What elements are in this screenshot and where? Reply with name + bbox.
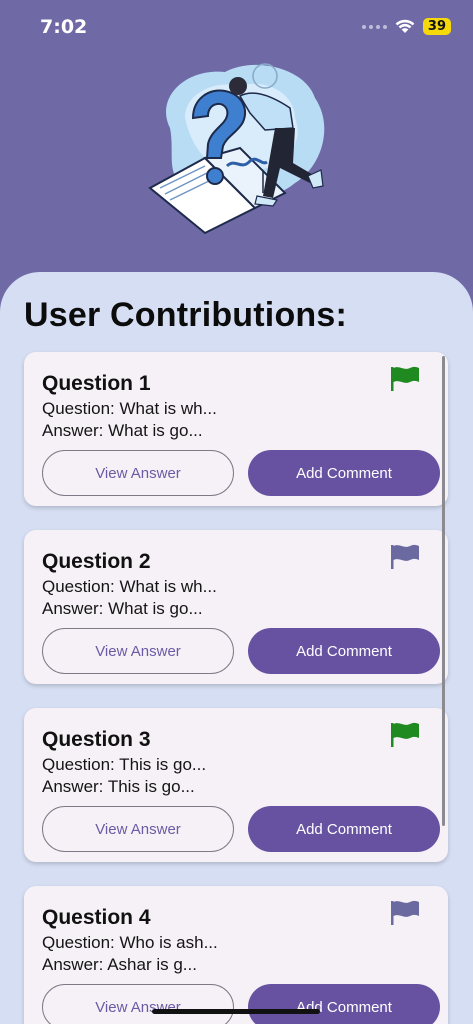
cellular-signal-icon [361, 24, 387, 29]
card-answer: Answer: What is go... [42, 421, 203, 440]
contribution-card: Question 1 Question: What is wh... Answe… [24, 352, 448, 506]
view-answer-button[interactable]: View Answer [42, 984, 234, 1024]
gray-flag-icon[interactable] [390, 900, 420, 926]
card-question: Question: Who is ash... [42, 933, 218, 952]
add-comment-button[interactable]: Add Comment [248, 984, 440, 1024]
card-title: Question 1 [42, 372, 151, 395]
hero-illustration [148, 63, 325, 235]
gray-flag-icon[interactable] [390, 544, 420, 570]
status-icons: 39 [361, 18, 451, 35]
home-indicator[interactable] [152, 1009, 320, 1014]
card-question: Question: This is go... [42, 755, 207, 774]
card-title: Question 4 [42, 906, 151, 929]
add-comment-button[interactable]: Add Comment [248, 450, 440, 496]
card-answer: Answer: What is go... [42, 599, 203, 618]
view-answer-button[interactable]: View Answer [42, 628, 234, 674]
green-flag-icon[interactable] [390, 722, 420, 748]
wifi-icon [395, 19, 415, 33]
card-answer: Answer: This is go... [42, 777, 195, 796]
contribution-list: Question 1 Question: What is wh... Answe… [24, 352, 448, 1024]
view-answer-button[interactable]: View Answer [42, 806, 234, 852]
add-comment-button[interactable]: Add Comment [248, 806, 440, 852]
card-question: Question: What is wh... [42, 577, 217, 596]
card-title: Question 2 [42, 550, 151, 573]
green-flag-icon[interactable] [390, 366, 420, 392]
contribution-card: Question 2 Question: What is wh... Answe… [24, 530, 448, 684]
add-comment-button[interactable]: Add Comment [248, 628, 440, 674]
card-answer: Answer: Ashar is g... [42, 955, 197, 974]
card-title: Question 3 [42, 728, 151, 751]
status-bar: 7:02 39 [0, 0, 473, 56]
contribution-card: Question 3 Question: This is go... Answe… [24, 708, 448, 862]
view-answer-button[interactable]: View Answer [42, 450, 234, 496]
scrollbar[interactable] [442, 356, 445, 826]
status-time: 7:02 [40, 16, 88, 38]
page-title: User Contributions: [24, 296, 348, 334]
contribution-card: Question 4 Question: Who is ash... Answe… [24, 886, 448, 1024]
card-question: Question: What is wh... [42, 399, 217, 418]
battery-indicator: 39 [422, 18, 451, 35]
